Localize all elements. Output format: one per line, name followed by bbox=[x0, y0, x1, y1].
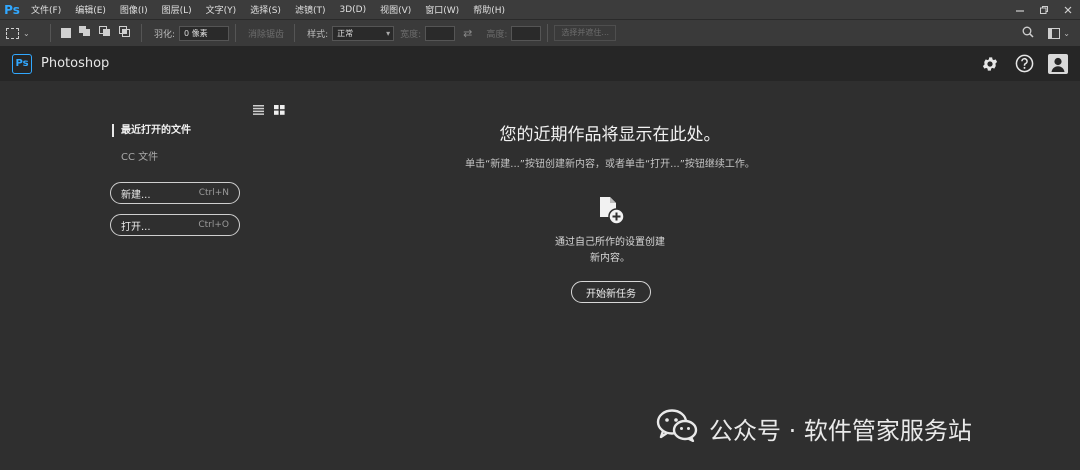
feather-label: 羽化: bbox=[154, 29, 176, 40]
width-label: 宽度: bbox=[400, 29, 422, 40]
menu-image[interactable]: 图像(I) bbox=[113, 3, 155, 16]
workspace-icon bbox=[1048, 27, 1061, 39]
intersect-selection-icon[interactable] bbox=[119, 26, 131, 40]
new-button-shortcut: Ctrl+N bbox=[198, 188, 229, 198]
sidebar-item-recent[interactable]: 最近打开的文件 bbox=[112, 124, 191, 137]
select-and-mask-button[interactable]: 选择并遮住... bbox=[554, 25, 617, 41]
menu-window[interactable]: 窗口(W) bbox=[418, 3, 466, 16]
chevron-down-icon: ⌄ bbox=[1063, 28, 1070, 38]
watermark-text: 公众号 · 软件管家服务站 bbox=[709, 416, 972, 445]
gear-icon[interactable] bbox=[980, 54, 1000, 74]
ps-logo: Ps bbox=[12, 53, 32, 74]
grid-view-icon[interactable] bbox=[274, 100, 285, 119]
view-toggle bbox=[253, 100, 285, 119]
open-button-shortcut: Ctrl+O bbox=[198, 220, 229, 230]
restore-icon[interactable] bbox=[1032, 0, 1056, 19]
antialias-checkbox[interactable]: 消除锯齿 bbox=[248, 27, 284, 40]
feather-input[interactable]: 0 像素 bbox=[179, 25, 230, 41]
menu-type[interactable]: 文字(Y) bbox=[199, 3, 244, 16]
style-label: 样式: bbox=[307, 29, 329, 40]
menu-view[interactable]: 视图(V) bbox=[373, 3, 418, 16]
menu-bar: Ps 文件(F) 编辑(E) 图像(I) 图层(L) 文字(Y) 选择(S) 滤… bbox=[0, 0, 1080, 19]
divider bbox=[235, 24, 237, 42]
close-icon[interactable] bbox=[1056, 0, 1080, 19]
divider bbox=[294, 24, 296, 42]
options-right: ⌄ bbox=[1022, 26, 1080, 41]
menu-file[interactable]: 文件(F) bbox=[24, 3, 68, 16]
divider bbox=[547, 24, 549, 42]
user-avatar-icon[interactable] bbox=[1048, 53, 1068, 74]
chevron-down-icon: ⌄ bbox=[23, 28, 30, 38]
open-button-label: 打开... bbox=[121, 221, 151, 233]
menu-filter[interactable]: 滤镜(T) bbox=[288, 3, 333, 16]
page-title: 您的近期作品将显示在此处。 bbox=[499, 125, 721, 145]
new-file-icon bbox=[597, 195, 627, 227]
swap-icon[interactable]: ⇄ bbox=[463, 27, 472, 40]
app-header: Ps Photoshop bbox=[0, 46, 1080, 81]
rect-marquee-icon bbox=[6, 27, 19, 39]
height-label: 高度: bbox=[486, 29, 508, 40]
options-bar: ⌄ 羽化: 0 像素 消除锯齿 样式: 正常 宽度: ⇄ 高度: 选择并遮住..… bbox=[0, 19, 1080, 47]
start-new-task-button[interactable]: 开始新任务 bbox=[571, 281, 651, 303]
page-subtitle: 单击“新建...”按钮创建新内容，或者单击“打开...”按钮继续工作。 bbox=[465, 159, 755, 170]
list-view-icon[interactable] bbox=[253, 100, 264, 119]
add-selection-icon[interactable] bbox=[79, 26, 91, 40]
new-selection-icon[interactable] bbox=[61, 28, 71, 38]
app-name: Photoshop bbox=[41, 56, 110, 71]
create-hint: 通过自己所作的设置创建 新内容。 bbox=[510, 235, 710, 267]
window-controls bbox=[1008, 0, 1080, 19]
wechat-icon bbox=[655, 408, 699, 448]
header-icons bbox=[980, 53, 1080, 74]
style-select[interactable]: 正常 bbox=[332, 25, 395, 41]
create-hint-line2: 新内容。 bbox=[590, 253, 630, 264]
sidebar-item-cc-files[interactable]: CC 文件 bbox=[121, 148, 158, 163]
new-button-label: 新建... bbox=[121, 189, 151, 201]
height-input[interactable] bbox=[511, 25, 542, 41]
tool-preset-picker[interactable]: ⌄ bbox=[6, 23, 44, 43]
menu-help[interactable]: 帮助(H) bbox=[466, 3, 512, 16]
subtract-selection-icon[interactable] bbox=[99, 26, 111, 40]
open-button[interactable]: 打开... Ctrl+O bbox=[110, 214, 240, 236]
divider bbox=[141, 24, 142, 42]
menu-edit[interactable]: 编辑(E) bbox=[68, 3, 113, 16]
menu-layer[interactable]: 图层(L) bbox=[155, 3, 199, 16]
help-icon[interactable] bbox=[1014, 54, 1034, 74]
new-button[interactable]: 新建... Ctrl+N bbox=[110, 182, 240, 204]
watermark: 公众号 · 软件管家服务站 bbox=[655, 408, 972, 448]
minimize-icon[interactable] bbox=[1008, 0, 1032, 19]
create-hint-line1: 通过自己所作的设置创建 bbox=[555, 237, 665, 248]
search-icon[interactable] bbox=[1022, 26, 1034, 41]
menu-3d[interactable]: 3D(D) bbox=[332, 5, 373, 15]
ps-app-icon: Ps bbox=[4, 2, 20, 17]
workspace-switcher[interactable]: ⌄ bbox=[1048, 27, 1070, 39]
width-input[interactable] bbox=[425, 25, 456, 41]
divider bbox=[50, 24, 51, 42]
menu-select[interactable]: 选择(S) bbox=[243, 3, 288, 16]
